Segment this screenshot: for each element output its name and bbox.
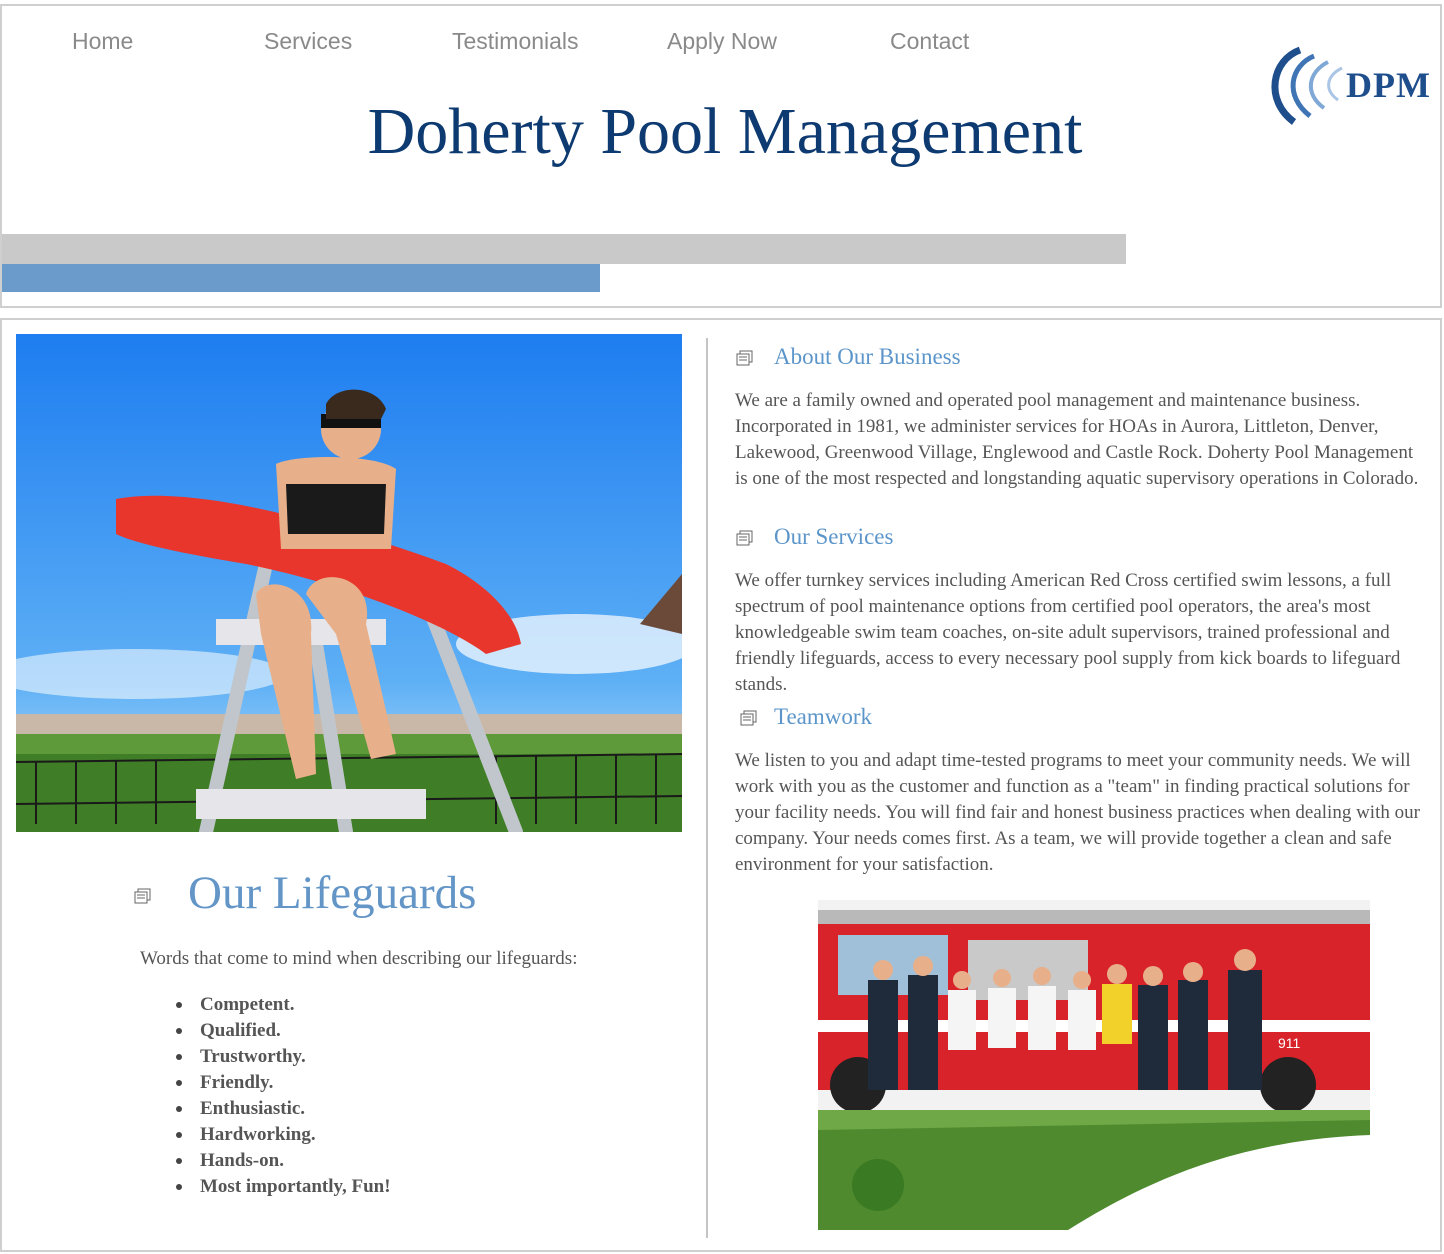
teamwork-body: We listen to you and adapt time-tested p…: [735, 750, 1420, 875]
document-icon: [740, 710, 757, 726]
services-heading: Our Services: [774, 524, 894, 549]
list-item: Qualified.: [176, 1018, 391, 1044]
nav-apply-now[interactable]: Apply Now: [667, 28, 777, 55]
document-icon: [736, 530, 753, 546]
about-body: We are a family owned and operated pool …: [735, 390, 1419, 489]
list-item: Trustworthy.: [176, 1044, 391, 1070]
nav-testimonials[interactable]: Testimonials: [452, 28, 579, 55]
header-bar-blue: [2, 264, 600, 292]
site-title: Doherty Pool Management: [367, 95, 1083, 168]
lifeguard-traits-list: Competent. Qualified. Trustworthy. Frien…: [176, 992, 391, 1200]
nav-contact[interactable]: Contact: [890, 28, 969, 55]
lifeguard-photo: [16, 334, 682, 832]
about-heading: About Our Business: [774, 344, 961, 369]
header-bar-gray: [2, 234, 1126, 264]
main-content: Our Lifeguards Words that come to mind w…: [0, 318, 1442, 1252]
list-item: Competent.: [176, 992, 391, 1018]
nav-services[interactable]: Services: [264, 28, 352, 55]
document-icon: [736, 350, 753, 366]
list-item: Hands-on.: [176, 1148, 391, 1174]
truck-number: 911: [1278, 1035, 1301, 1051]
nav-home[interactable]: Home: [72, 28, 133, 55]
services-body: We offer turnkey services including Amer…: [735, 570, 1401, 695]
lifeguards-heading: Our Lifeguards: [188, 867, 477, 919]
site-header: Home Services Testimonials Apply Now Con…: [0, 4, 1442, 308]
document-icon: [134, 888, 151, 904]
list-item: Friendly.: [176, 1070, 391, 1096]
team-firetruck-photo: 911: [818, 880, 1370, 1230]
lifeguards-intro: Words that come to mind when describing …: [140, 948, 578, 969]
list-item: Hardworking.: [176, 1122, 391, 1148]
teamwork-heading: Teamwork: [774, 704, 873, 729]
column-divider: [706, 338, 708, 1238]
list-item: Enthusiastic.: [176, 1096, 391, 1122]
list-item: Most importantly, Fun!: [176, 1174, 391, 1200]
